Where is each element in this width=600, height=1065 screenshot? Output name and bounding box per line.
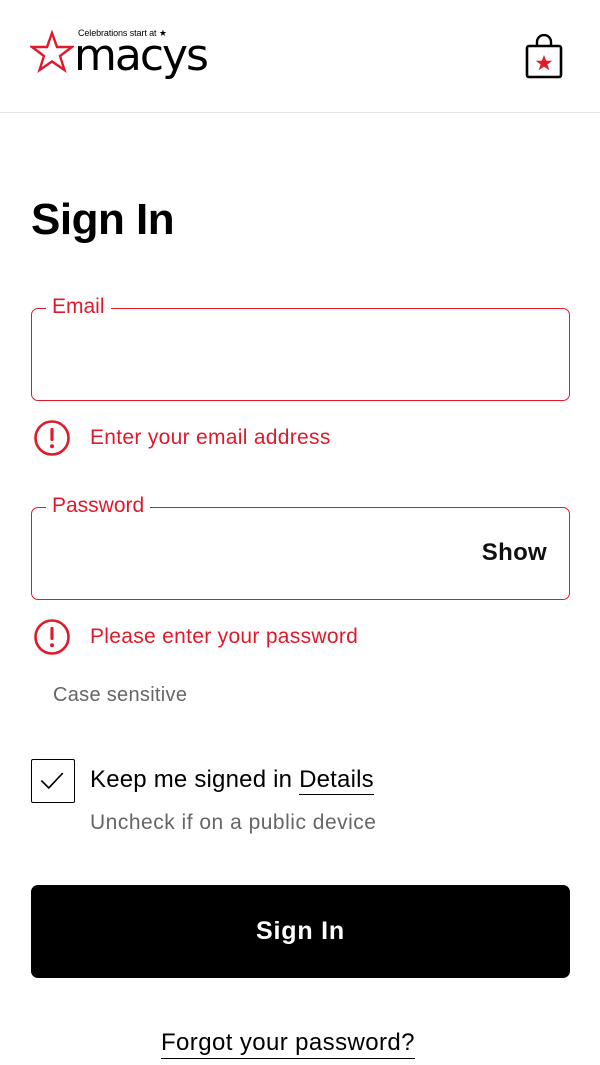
alert-circle-icon: [34, 619, 70, 655]
password-input[interactable]: [46, 528, 466, 578]
site-header: Celebrations start at ★ macys: [0, 0, 600, 113]
email-label: Email: [46, 294, 111, 320]
email-field[interactable]: Email: [31, 294, 570, 401]
keep-signed-in-row: Keep me signed in Details: [90, 765, 374, 795]
macys-logo[interactable]: Celebrations start at ★ macys: [30, 28, 220, 86]
shopping-bag-icon: [525, 33, 563, 79]
password-field[interactable]: Password Show: [31, 493, 570, 600]
show-password-button[interactable]: Show: [482, 538, 547, 568]
sign-in-button[interactable]: Sign In: [31, 885, 570, 978]
keep-signed-in-label: Keep me signed in: [90, 766, 293, 793]
email-error-message: Enter your email address: [90, 426, 331, 449]
keep-signed-in-helper: Uncheck if on a public device: [90, 811, 377, 834]
password-hint: Case sensitive: [53, 684, 188, 706]
details-link[interactable]: Details: [299, 766, 374, 795]
alert-circle-icon: [34, 420, 70, 456]
star-logo-icon: [30, 30, 74, 73]
password-error-message: Please enter your password: [90, 625, 359, 648]
checkmark-icon: [40, 772, 64, 790]
shopping-bag-button[interactable]: [524, 33, 564, 80]
page-title: Sign In: [31, 195, 175, 244]
keep-signed-in-checkbox[interactable]: [31, 759, 75, 803]
forgot-password-link[interactable]: Forgot your password?: [161, 1028, 415, 1059]
email-input[interactable]: [46, 329, 466, 379]
logo-wordmark: macys: [74, 30, 209, 81]
password-label: Password: [46, 493, 151, 519]
